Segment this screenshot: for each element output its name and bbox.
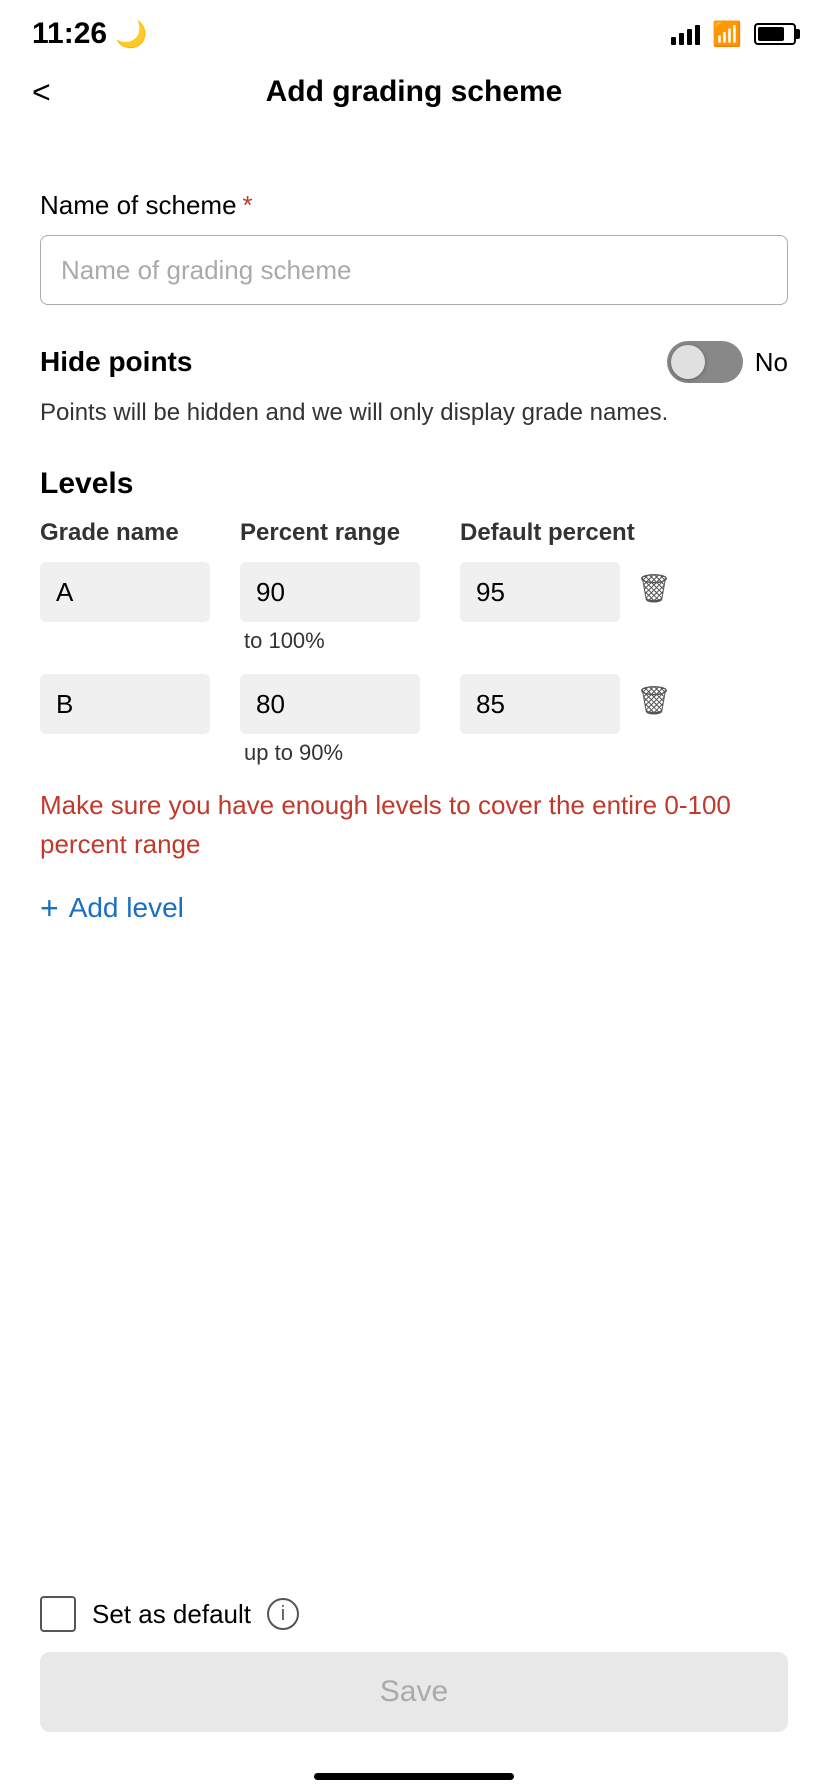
levels-section: Levels Grade name Percent range Default … bbox=[40, 467, 788, 924]
wifi-icon: 📶 bbox=[712, 20, 742, 49]
save-button[interactable]: Save bbox=[40, 1652, 788, 1732]
toggle-knob bbox=[671, 345, 705, 379]
name-label: Name of scheme * bbox=[40, 190, 788, 221]
default-percent-input-a[interactable] bbox=[460, 562, 620, 622]
page-title: Add grading scheme bbox=[266, 75, 563, 109]
percent-range-cell-b: up to 90% bbox=[240, 674, 460, 766]
time-display: 11:26 bbox=[32, 17, 107, 51]
back-button[interactable]: < bbox=[32, 76, 51, 108]
default-percent-cell-a: 🗑 bbox=[460, 562, 788, 622]
info-icon[interactable]: i bbox=[267, 1598, 299, 1630]
status-time: 11:26 🌙 bbox=[32, 17, 147, 51]
trash-icon: 🗑 bbox=[636, 685, 672, 716]
hide-points-toggle[interactable] bbox=[667, 341, 743, 383]
hide-points-description: Points will be hidden and we will only d… bbox=[40, 395, 788, 431]
table-row: up to 90% 🗑 bbox=[40, 674, 788, 766]
range-label-b: up to 90% bbox=[240, 740, 460, 766]
percent-range-input-b[interactable] bbox=[240, 674, 420, 734]
scheme-name-input[interactable] bbox=[40, 235, 788, 305]
grade-name-input-a[interactable] bbox=[40, 562, 210, 622]
hide-points-label: Hide points bbox=[40, 346, 192, 378]
bottom-area: Set as default i Save bbox=[0, 1596, 828, 1732]
status-icons: 📶 bbox=[671, 20, 796, 49]
warning-message: Make sure you have enough levels to cove… bbox=[40, 786, 788, 864]
delete-row-a-button[interactable]: 🗑 bbox=[636, 562, 672, 605]
set-as-default-row: Set as default i bbox=[40, 1596, 788, 1632]
levels-header: Grade name Percent range Default percent bbox=[40, 517, 788, 548]
default-percent-input-b[interactable] bbox=[460, 674, 620, 734]
add-level-button[interactable]: + Add level bbox=[40, 892, 184, 924]
home-indicator bbox=[314, 1773, 514, 1780]
add-level-label: Add level bbox=[69, 892, 184, 924]
hide-points-section: Hide points No Points will be hidden and… bbox=[40, 341, 788, 431]
status-bar: 11:26 🌙 📶 bbox=[0, 0, 828, 60]
grade-name-cell-b bbox=[40, 674, 240, 734]
battery-icon bbox=[754, 23, 796, 45]
col-percent-range-header: Percent range bbox=[240, 517, 460, 548]
set-as-default-checkbox[interactable] bbox=[40, 1596, 76, 1632]
grade-name-input-b[interactable] bbox=[40, 674, 210, 734]
toggle-container: No bbox=[667, 341, 788, 383]
table-row: to 100% 🗑 bbox=[40, 562, 788, 654]
percent-range-cell-a: to 100% bbox=[240, 562, 460, 654]
hide-points-row: Hide points No bbox=[40, 341, 788, 383]
percent-range-input-a[interactable] bbox=[240, 562, 420, 622]
trash-icon: 🗑 bbox=[636, 573, 672, 604]
name-section: Name of scheme * bbox=[40, 190, 788, 305]
required-star: * bbox=[243, 190, 253, 221]
col-grade-name-header: Grade name bbox=[40, 517, 240, 548]
main-content: Name of scheme * Hide points No Points w… bbox=[0, 124, 828, 954]
default-percent-cell-b: 🗑 bbox=[460, 674, 788, 734]
grade-name-cell-a bbox=[40, 562, 240, 622]
moon-icon: 🌙 bbox=[115, 19, 147, 50]
plus-icon: + bbox=[40, 892, 59, 924]
range-label-a: to 100% bbox=[240, 628, 460, 654]
levels-title: Levels bbox=[40, 467, 788, 501]
header: < Add grading scheme bbox=[0, 60, 828, 124]
col-default-percent-header: Default percent bbox=[460, 517, 788, 548]
toggle-state-label: No bbox=[755, 347, 788, 378]
signal-icon bbox=[671, 23, 700, 45]
set-as-default-label: Set as default bbox=[92, 1599, 251, 1630]
delete-row-b-button[interactable]: 🗑 bbox=[636, 674, 672, 717]
